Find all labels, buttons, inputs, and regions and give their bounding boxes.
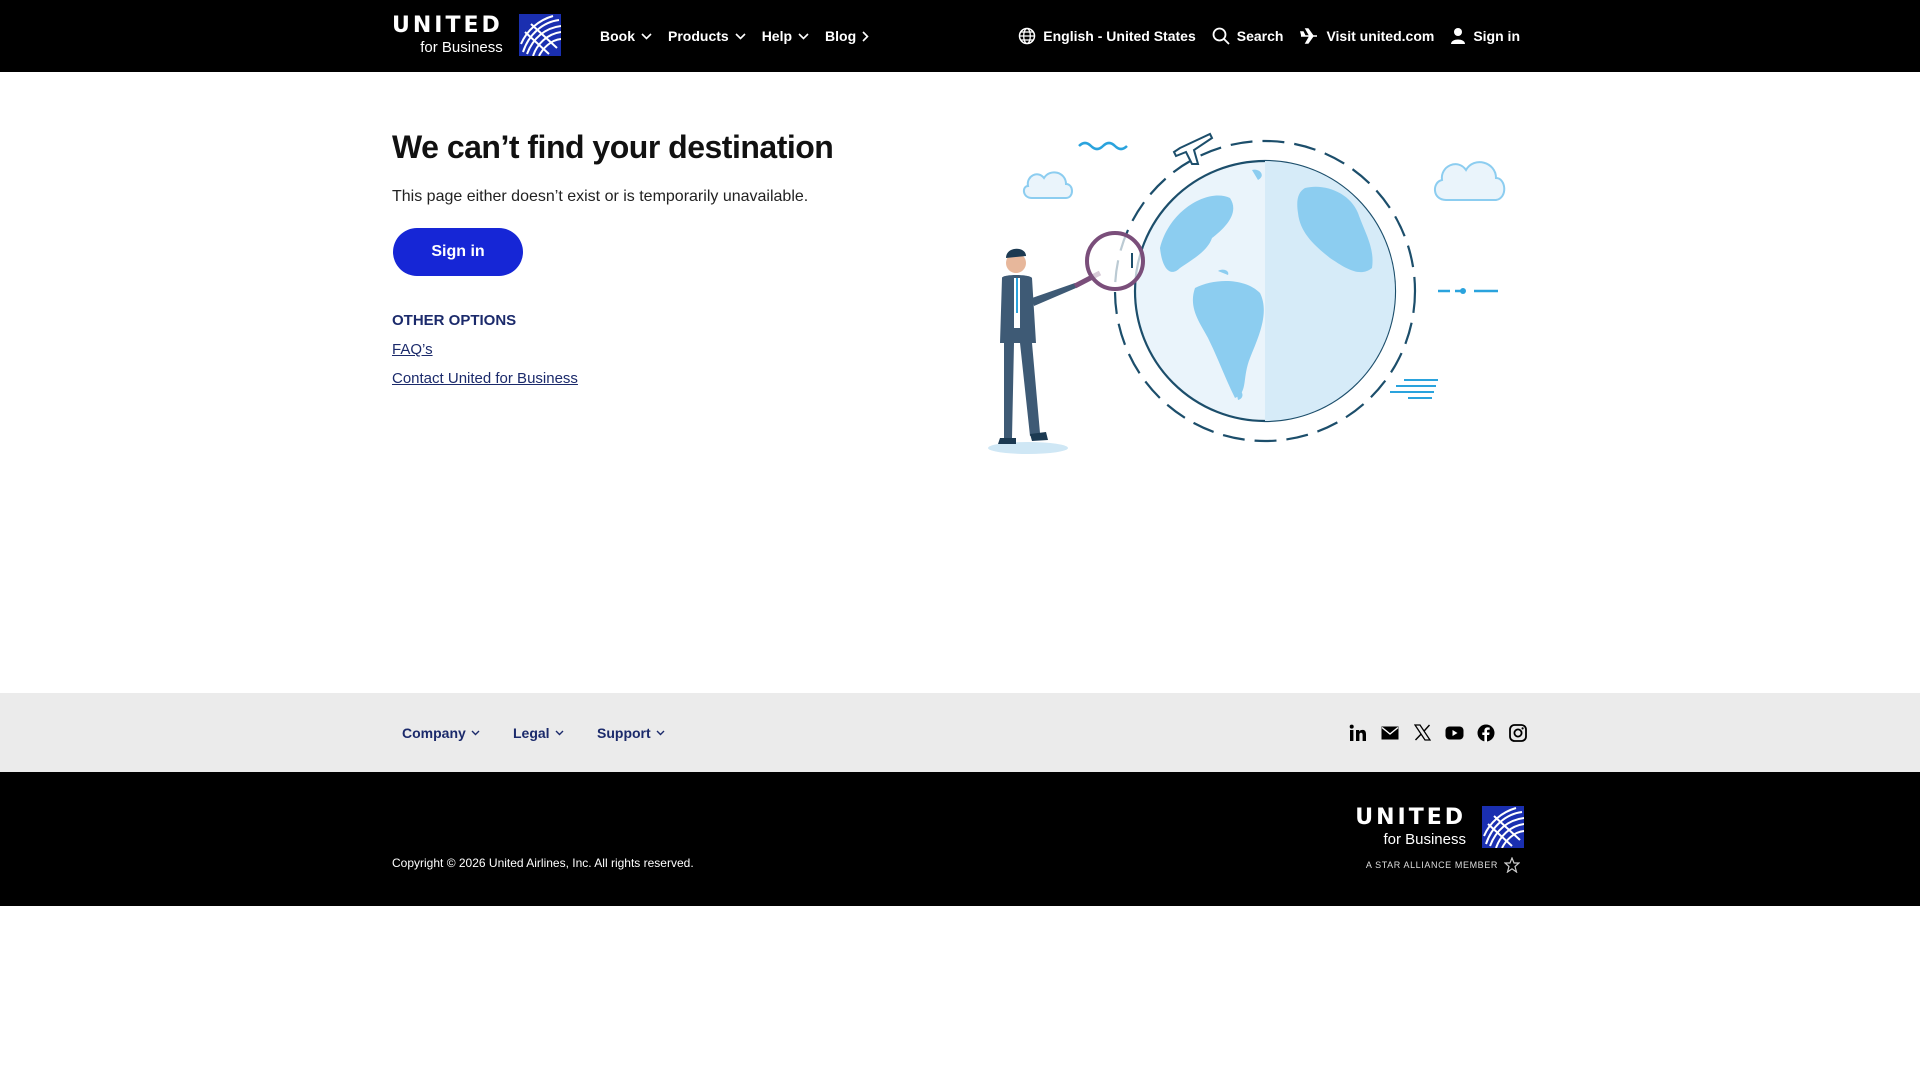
globe-logo-icon (518, 14, 561, 56)
nav-blog[interactable]: Blog (825, 28, 869, 44)
instagram-icon[interactable] (1508, 723, 1528, 743)
footer-nav: Company Legal Support (0, 693, 1920, 772)
header-signin-label: Sign in (1473, 28, 1520, 44)
speed-lines-bottom (1390, 379, 1438, 399)
contact-link[interactable]: Contact United for Business (392, 370, 872, 387)
chevron-down-icon (798, 32, 809, 40)
logo-wordmark: UNITED (392, 13, 503, 38)
footer-legal[interactable]: Legal (513, 693, 564, 772)
chevron-down-icon (555, 730, 564, 735)
united-for-business-logo[interactable]: UNITED for Business (392, 14, 561, 56)
star-alliance-badge: A STAR ALLIANCE MEMBER (1366, 857, 1520, 873)
page-title: We can’t find your destination (392, 129, 834, 165)
main-nav: Book Products Help Blog (600, 0, 885, 72)
chevron-down-icon (735, 32, 746, 40)
globe-logo-icon (1482, 806, 1524, 848)
nav-products-label: Products (668, 28, 729, 44)
language-label: English - United States (1043, 28, 1196, 44)
linkedin-icon[interactable] (1348, 723, 1368, 743)
magnifying-glass (1073, 231, 1145, 291)
visit-united-label: Visit united.com (1326, 28, 1435, 44)
social-links (1336, 693, 1528, 772)
language-selector[interactable]: English - United States (1018, 27, 1196, 45)
copyright-text: Copyright © 2026 United Airlines, Inc. A… (392, 856, 694, 870)
footer-company[interactable]: Company (402, 693, 480, 772)
x-icon[interactable] (1412, 723, 1432, 743)
footer-bottom: Copyright © 2026 United Airlines, Inc. A… (0, 772, 1920, 906)
utility-nav: English - United States Search Visit uni… (1002, 0, 1520, 72)
footer-logo-subtitle: for Business (1383, 831, 1466, 848)
footer-logo-wordmark: UNITED (1355, 805, 1466, 830)
chevron-down-icon (471, 730, 480, 735)
footer-legal-label: Legal (513, 724, 550, 741)
chevron-down-icon (641, 32, 652, 40)
nav-book-label: Book (600, 28, 635, 44)
nav-help[interactable]: Help (762, 28, 809, 44)
nav-blog-label: Blog (825, 28, 857, 44)
nav-products[interactable]: Products (668, 28, 746, 44)
youtube-icon[interactable] (1444, 723, 1464, 743)
email-icon[interactable] (1380, 723, 1400, 743)
search-label: Search (1236, 28, 1284, 44)
visit-united-link[interactable]: Visit united.com (1299, 26, 1434, 46)
globe-icon (1019, 27, 1036, 45)
search-icon (1212, 27, 1230, 45)
footer-support-label: Support (597, 724, 651, 741)
signin-button[interactable]: Sign in (393, 228, 523, 277)
star-alliance-label: A STAR ALLIANCE MEMBER (1365, 860, 1498, 870)
cloud-right (1434, 161, 1506, 201)
facebook-icon[interactable] (1476, 723, 1496, 743)
search-button[interactable]: Search (1212, 27, 1284, 45)
error-content: We can’t find your destination This page… (392, 128, 872, 387)
header-signin-button[interactable]: Sign in (1450, 27, 1520, 45)
other-options-heading: OTHER OPTIONS (392, 312, 517, 330)
chevron-down-icon (656, 730, 665, 735)
faq-link[interactable]: FAQ’s (392, 341, 872, 358)
lost-destination-illustration (980, 128, 1520, 468)
wave-line (1078, 141, 1128, 151)
nav-book[interactable]: Book (600, 28, 652, 44)
chevron-right-icon (862, 30, 869, 42)
star-alliance-icon (1504, 857, 1520, 873)
airplane-icon (1300, 28, 1318, 44)
footer-company-label: Company (402, 724, 466, 741)
plane-icon (1172, 132, 1214, 165)
user-icon (1451, 28, 1466, 44)
nav-help-label: Help (761, 28, 793, 44)
businessman-figure (988, 248, 1076, 454)
cloud-left (1022, 171, 1073, 199)
site-header: UNITED for Business Book Products Help B… (0, 0, 1920, 72)
footer-logo[interactable]: UNITED for Business (1355, 806, 1524, 848)
footer-support[interactable]: Support (597, 693, 665, 772)
page-subtitle: This page either doesn’t exist or is tem… (392, 188, 809, 206)
logo-subtitle: for Business (420, 39, 503, 56)
